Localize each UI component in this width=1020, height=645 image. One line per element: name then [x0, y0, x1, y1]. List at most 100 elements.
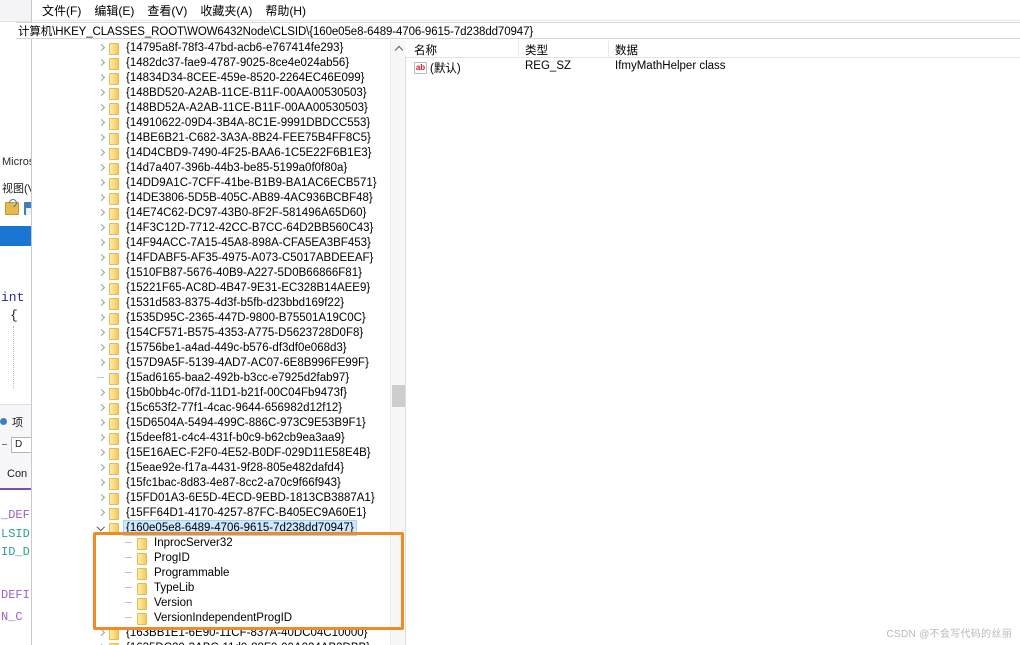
menu-view[interactable]: 查看(V)	[141, 0, 194, 21]
chevron-right-icon[interactable]	[96, 295, 107, 310]
chevron-right-icon[interactable]	[96, 235, 107, 250]
chevron-right-icon[interactable]	[96, 310, 107, 325]
chevron-right-icon[interactable]	[96, 385, 107, 400]
menu-help[interactable]: 帮助(H)	[259, 0, 313, 21]
menu-file[interactable]: 文件(F)	[36, 0, 88, 21]
chevron-right-icon[interactable]	[96, 355, 107, 370]
tree-node[interactable]: {14DD9A1C-7CFF-41be-B1B9-BA1AC6ECB571}	[33, 175, 405, 190]
tree-node[interactable]: {15FD01A3-6E5D-4ECD-9EBD-1813CB3887A1}	[33, 490, 405, 505]
tree-node[interactable]: {14910622-09D4-3B4A-8C1E-9991DBDCC553}	[33, 115, 405, 130]
tree-node[interactable]: {1535D95C-2365-447D-9800-B75501A19C0C}	[33, 310, 405, 325]
chevron-right-icon[interactable]	[96, 400, 107, 415]
registry-values-pane[interactable]: 名称 类型 数据 ab (默认) REG_SZ IfmyMathHelper c…	[406, 40, 1020, 645]
column-header-name[interactable]: 名称	[414, 42, 437, 58]
tree-node[interactable]: {15b0bb4c-0f7d-11D1-b21f-00C04Fb9473f}	[33, 385, 405, 400]
column-separator-1[interactable]	[518, 40, 519, 58]
column-separator-2[interactable]	[608, 40, 609, 58]
tree-node[interactable]: {1510FB87-5676-40B9-A227-5D0B66866F81}	[33, 265, 405, 280]
vs-tab-strip[interactable]: ✕	[0, 226, 31, 469]
tree-node[interactable]: {15eae92e-f17a-4431-9f28-805e482dafd4}	[33, 460, 405, 475]
chevron-right-icon[interactable]	[96, 280, 107, 295]
registry-tree-pane[interactable]: {14795a8f-78f3-47bd-acb6-e767414fe293} {1…	[33, 40, 405, 645]
open-folder-icon[interactable]	[5, 202, 19, 215]
tree-node[interactable]: VersionIndependentProgID	[33, 610, 405, 625]
vs-menu-view[interactable]: 视图(V	[2, 180, 31, 196]
tree-node[interactable]: {14795a8f-78f3-47bd-acb6-e767414fe293}	[33, 40, 405, 55]
tree-node[interactable]: {157D9A5F-5139-4AD7-AC07-6E8B996FE99F}	[33, 355, 405, 370]
chevron-right-icon[interactable]	[96, 130, 107, 145]
chevron-right-icon[interactable]	[96, 640, 107, 645]
tree-node[interactable]: ProgID	[33, 550, 405, 565]
tree-node[interactable]: {1531d583-8375-4d3f-b5fb-d23bbd169f22}	[33, 295, 405, 310]
tree-node[interactable]: {1482dc37-fae9-4787-9025-8ce4e024ab56}	[33, 55, 405, 70]
chevron-right-icon[interactable]	[96, 340, 107, 355]
chevron-right-icon[interactable]	[96, 190, 107, 205]
vs-code2-line-5: N_C	[1, 610, 23, 624]
tree-node[interactable]: {14F3C12D-7712-42CC-B7CC-64D2BB560C43}	[33, 220, 405, 235]
chevron-right-icon[interactable]	[96, 490, 107, 505]
tree-node[interactable]: {15D6504A-5494-499C-886C-973C9E53B9F1}	[33, 415, 405, 430]
tree-node[interactable]: {14D4CBD9-7490-4F25-BAA6-1C5E22F6B1E3}	[33, 145, 405, 160]
chevron-right-icon[interactable]	[96, 85, 107, 100]
chevron-right-icon[interactable]	[96, 145, 107, 160]
chevron-right-icon[interactable]	[96, 415, 107, 430]
tree-node[interactable]: {15FF64D1-4170-4257-87FC-B405EC9A60E1}	[33, 505, 405, 520]
chevron-right-icon[interactable]	[96, 115, 107, 130]
chevron-right-icon[interactable]	[96, 505, 107, 520]
chevron-right-icon[interactable]	[96, 475, 107, 490]
background-visual-studio-window[interactable]: Micros 视图(V ✕ int { 项 D Con _DEF LSID ID…	[0, 0, 32, 645]
tree-node[interactable]: {163BB1E1-6E90-11CF-837A-40DC04C10000}	[33, 625, 405, 640]
address-bar[interactable]: 计算机\HKEY_CLASSES_ROOT\WOW6432Node\CLSID\…	[16, 22, 1020, 39]
tree-node[interactable]: {15fc1bac-8d83-4e87-8cc2-a70c9f66f943}	[33, 475, 405, 490]
tree-node[interactable]: {14F94ACC-7A15-45A8-898A-CFA5EA3BF453}	[33, 235, 405, 250]
tree-node[interactable]: Version	[33, 595, 405, 610]
tree-node[interactable]: {14FDABF5-AF35-4975-A073-C5017ABDEEAF}	[33, 250, 405, 265]
menu-edit[interactable]: 编辑(E)	[88, 0, 141, 21]
chevron-right-icon[interactable]	[96, 445, 107, 460]
chevron-right-icon[interactable]	[96, 325, 107, 340]
chevron-right-icon[interactable]	[96, 460, 107, 475]
menu-favorites[interactable]: 收藏夹(A)	[194, 0, 259, 21]
table-row[interactable]: ab (默认) REG_SZ IfmyMathHelper class	[406, 60, 1020, 76]
tree-node[interactable]: Programmable	[33, 565, 405, 580]
save-icon[interactable]	[24, 202, 31, 215]
chevron-right-icon[interactable]	[96, 55, 107, 70]
chevron-down-icon[interactable]	[96, 520, 107, 535]
chevron-right-icon[interactable]	[96, 205, 107, 220]
tree-node[interactable]: {14834D34-8CEE-459e-8520-2264EC46E099}	[33, 70, 405, 85]
tree-node[interactable]: {15ad6165-baa2-492b-b3cc-e7925d2fab97}	[33, 370, 405, 385]
menu-bar: 文件(F) 编辑(E) 查看(V) 收藏夹(A) 帮助(H)	[33, 0, 1020, 21]
chevron-right-icon[interactable]	[96, 250, 107, 265]
tree-node[interactable]: {15E16AEC-F2F0-4E52-B0DF-029D11E58E4B}	[33, 445, 405, 460]
tree-node[interactable]: {14d7a407-396b-44b3-be85-5199a0f0f80a}	[33, 160, 405, 175]
column-header-data[interactable]: 数据	[615, 42, 638, 58]
chevron-right-icon[interactable]	[96, 70, 107, 85]
tree-node[interactable]: TypeLib	[33, 580, 405, 595]
tree-node[interactable]: {148BD520-A2AB-11CE-B11F-00AA00530503}	[33, 85, 405, 100]
tree-node[interactable]: {148BD52A-A2AB-11CE-B11F-00AA00530503}	[33, 100, 405, 115]
chevron-right-icon[interactable]	[96, 220, 107, 235]
tree-node[interactable]: {15deef81-c4c4-431f-b0c9-b62cb9ea3aa9}	[33, 430, 405, 445]
tree-node[interactable]: {14DE3806-5D5B-405C-AB89-4AC936BCBF48}	[33, 190, 405, 205]
chevron-right-icon[interactable]	[96, 430, 107, 445]
chevron-right-icon[interactable]	[96, 160, 107, 175]
tree-node[interactable]: {14E74C62-DC97-43B0-8F2F-581496A65D60}	[33, 205, 405, 220]
scroll-up-icon[interactable]	[391, 40, 406, 56]
chevron-right-icon[interactable]	[96, 265, 107, 280]
scrollbar-thumb[interactable]	[392, 385, 405, 407]
tree-node[interactable]: {1635DC20-3ABC-11d0-88F0-00A024AB2DBB}	[33, 640, 405, 645]
tree-node[interactable]: {14BE6B21-C682-3A3A-8B24-FEE75B4FF8C5}	[33, 130, 405, 145]
tree-vertical-scrollbar[interactable]	[390, 40, 406, 645]
tree-node[interactable]: {15756be1-a4ad-449c-b576-df3df0e068d3}	[33, 340, 405, 355]
column-header-type[interactable]: 类型	[525, 42, 548, 58]
tree-node[interactable]: {15c653f2-77f1-4cac-9644-656982d12f12}	[33, 400, 405, 415]
tree-node[interactable]: {154CF571-B575-4353-A775-D5623728D0F8}	[33, 325, 405, 340]
tree-node[interactable]: {15221F65-AC8D-4B47-9E31-EC328B14AEE9}	[33, 280, 405, 295]
chevron-right-icon[interactable]	[96, 40, 107, 55]
chevron-right-icon[interactable]	[96, 175, 107, 190]
tree-node[interactable]: {160e05e8-6489-4706-9615-7d238dd70947}	[33, 519, 405, 536]
tree-node[interactable]: InprocServer32	[33, 535, 405, 550]
chevron-right-icon[interactable]	[96, 625, 107, 640]
chevron-right-icon[interactable]	[96, 100, 107, 115]
vs-panel-combo[interactable]: D	[11, 437, 31, 453]
